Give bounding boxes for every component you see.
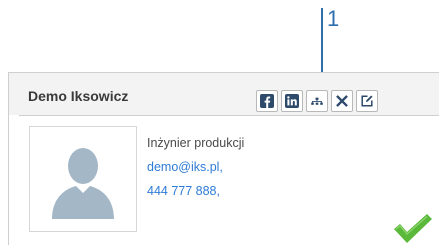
phone-link[interactable]: 444 777 888, [147,179,244,203]
facebook-button[interactable] [256,90,278,112]
org-chart-icon [311,97,323,105]
callout-number: 1 [327,6,340,31]
linkedin-button[interactable] [281,90,303,112]
close-button[interactable] [331,90,353,112]
email-link[interactable]: demo@iks.pl, [147,155,244,179]
contact-card: Demo Iksowicz Inżynier produkcji demo@ik… [8,72,439,245]
job-title: Inżynier produkcji [147,136,245,150]
edit-button[interactable] [356,90,378,112]
screenshot-stage: 1 Demo Iksowicz Inżynier produkcji demo@… [0,0,439,245]
linkedin-icon [285,94,299,108]
contact-details: Inżynier produkcji demo@iks.pl, 444 777 … [147,131,244,203]
header-divider [19,115,439,116]
close-icon [336,95,348,107]
org-chart-button[interactable] [306,90,328,112]
contact-photo [29,126,137,232]
avatar-placeholder-icon [52,148,114,219]
checkmark-icon [391,212,433,245]
card-header: Demo Iksowicz [9,73,439,115]
contact-name: Demo Iksowicz [28,88,129,104]
edit-icon [361,95,373,107]
card-toolbar [256,90,378,112]
facebook-icon [260,94,274,108]
